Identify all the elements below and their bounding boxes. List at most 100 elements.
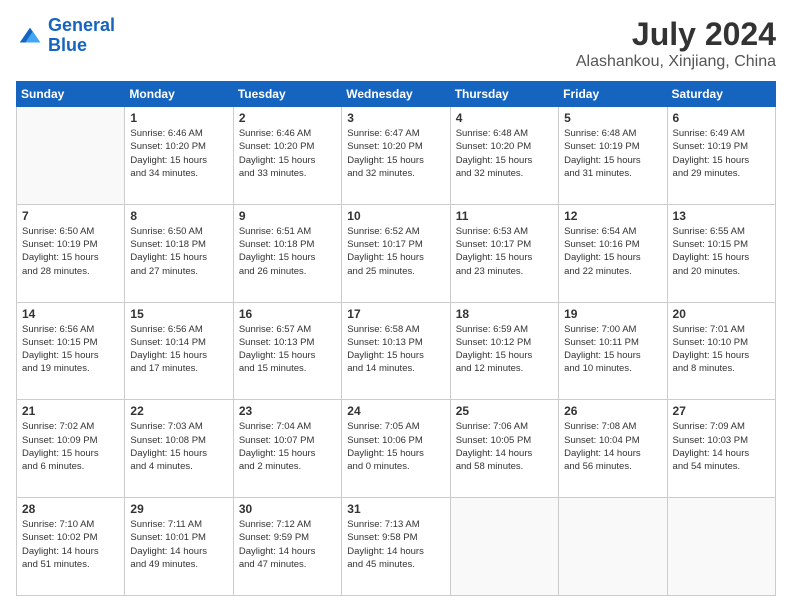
day-number: 31: [347, 502, 444, 516]
calendar-cell: 15Sunrise: 6:56 AMSunset: 10:14 PMDaylig…: [125, 302, 233, 400]
day-number: 20: [673, 307, 770, 321]
day-number: 24: [347, 404, 444, 418]
calendar-cell: 7Sunrise: 6:50 AMSunset: 10:19 PMDayligh…: [17, 204, 125, 302]
day-number: 15: [130, 307, 227, 321]
calendar-cell: 29 Sunrise: 7:11 AMSunset: 10:01 PMDaylig…: [125, 498, 233, 596]
day-number: 13: [673, 209, 770, 223]
calendar-cell: [17, 107, 125, 205]
logo: General Blue: [16, 16, 115, 56]
day-number: 14: [22, 307, 119, 321]
calendar-cell: 5 Sunrise: 6:48 AMSunset: 10:19 PMDayligh…: [559, 107, 667, 205]
logo-line1: General: [48, 15, 115, 35]
day-number: 7: [22, 209, 119, 223]
calendar-week-1: 1 Sunrise: 6:46 AMSunset: 10:20 PMDayligh…: [17, 107, 776, 205]
month-title: July 2024: [576, 16, 776, 53]
day-info: Sunrise: 6:47 AMSunset: 10:20 PMDaylight…: [347, 127, 444, 180]
calendar-cell: [450, 498, 558, 596]
day-number: 9: [239, 209, 336, 223]
day-info: Sunrise: 7:13 AMSunset: 9:58 PMDaylight:…: [347, 518, 444, 571]
day-number: 11: [456, 209, 553, 223]
calendar-header-wednesday: Wednesday: [342, 82, 450, 107]
day-number: 12: [564, 209, 661, 223]
calendar-cell: 24Sunrise: 7:05 AMSunset: 10:06 PMDaylig…: [342, 400, 450, 498]
day-number: 27: [673, 404, 770, 418]
calendar-cell: 11 Sunrise: 6:53 AMSunset: 10:17 PMDaylig…: [450, 204, 558, 302]
calendar-cell: 1 Sunrise: 6:46 AMSunset: 10:20 PMDayligh…: [125, 107, 233, 205]
day-info: Sunrise: 6:58 AMSunset: 10:13 PMDaylight…: [347, 323, 444, 376]
calendar-cell: 14 Sunrise: 6:56 AMSunset: 10:15 PMDaylig…: [17, 302, 125, 400]
day-number: 25: [456, 404, 553, 418]
calendar-cell: 6 Sunrise: 6:49 AMSunset: 10:19 PMDayligh…: [667, 107, 775, 205]
calendar-cell: 31 Sunrise: 7:13 AMSunset: 9:58 PMDayligh…: [342, 498, 450, 596]
day-number: 18: [456, 307, 553, 321]
day-info: Sunrise: 7:11 AMSunset: 10:01 PMDaylight…: [130, 518, 227, 571]
day-number: 6: [673, 111, 770, 125]
day-number: 4: [456, 111, 553, 125]
page: General Blue July 2024 Alashankou, Xinji…: [0, 0, 792, 612]
day-number: 5: [564, 111, 661, 125]
calendar-header-monday: Monday: [125, 82, 233, 107]
day-info: Sunrise: 7:03 AMSunset: 10:08 PMDaylight…: [130, 420, 227, 473]
title-block: July 2024 Alashankou, Xinjiang, China: [576, 16, 776, 71]
day-number: 22: [130, 404, 227, 418]
day-info: Sunrise: 6:51 AMSunset: 10:18 PMDaylight…: [239, 225, 336, 278]
day-info: Sunrise: 7:02 AMSunset: 10:09 PMDaylight…: [22, 420, 119, 473]
calendar-cell: 8 Sunrise: 6:50 AMSunset: 10:18 PMDayligh…: [125, 204, 233, 302]
calendar-cell: 21Sunrise: 7:02 AMSunset: 10:09 PMDaylig…: [17, 400, 125, 498]
calendar-header-row: SundayMondayTuesdayWednesdayThursdayFrid…: [17, 82, 776, 107]
calendar-cell: 18 Sunrise: 6:59 AMSunset: 10:12 PMDaylig…: [450, 302, 558, 400]
day-number: 3: [347, 111, 444, 125]
calendar-cell: 10Sunrise: 6:52 AMSunset: 10:17 PMDaylig…: [342, 204, 450, 302]
calendar-cell: 23Sunrise: 7:04 AMSunset: 10:07 PMDaylig…: [233, 400, 341, 498]
header: General Blue July 2024 Alashankou, Xinji…: [16, 16, 776, 71]
day-info: Sunrise: 6:46 AMSunset: 10:20 PMDaylight…: [130, 127, 227, 180]
calendar-table: SundayMondayTuesdayWednesdayThursdayFrid…: [16, 81, 776, 596]
calendar-cell: 12Sunrise: 6:54 AMSunset: 10:16 PMDaylig…: [559, 204, 667, 302]
calendar-header-thursday: Thursday: [450, 82, 558, 107]
day-number: 8: [130, 209, 227, 223]
calendar-cell: 20 Sunrise: 7:01 AMSunset: 10:10 PMDaylig…: [667, 302, 775, 400]
day-info: Sunrise: 6:48 AMSunset: 10:19 PMDaylight…: [564, 127, 661, 180]
calendar-cell: 4 Sunrise: 6:48 AMSunset: 10:20 PMDayligh…: [450, 107, 558, 205]
calendar-cell: 9 Sunrise: 6:51 AMSunset: 10:18 PMDayligh…: [233, 204, 341, 302]
calendar-cell: 22 Sunrise: 7:03 AMSunset: 10:08 PMDaylig…: [125, 400, 233, 498]
day-info: Sunrise: 7:10 AMSunset: 10:02 PMDaylight…: [22, 518, 119, 571]
day-number: 30: [239, 502, 336, 516]
day-number: 26: [564, 404, 661, 418]
day-info: Sunrise: 6:49 AMSunset: 10:19 PMDaylight…: [673, 127, 770, 180]
day-number: 19: [564, 307, 661, 321]
day-info: Sunrise: 7:00 AMSunset: 10:11 PMDaylight…: [564, 323, 661, 376]
day-info: Sunrise: 6:52 AMSunset: 10:17 PMDaylight…: [347, 225, 444, 278]
day-info: Sunrise: 6:55 AMSunset: 10:15 PMDaylight…: [673, 225, 770, 278]
day-number: 1: [130, 111, 227, 125]
day-info: Sunrise: 6:57 AMSunset: 10:13 PMDaylight…: [239, 323, 336, 376]
calendar-cell: 13 Sunrise: 6:55 AMSunset: 10:15 PMDaylig…: [667, 204, 775, 302]
logo-line2: Blue: [48, 35, 87, 55]
day-info: Sunrise: 6:53 AMSunset: 10:17 PMDaylight…: [456, 225, 553, 278]
calendar-week-3: 14 Sunrise: 6:56 AMSunset: 10:15 PMDaylig…: [17, 302, 776, 400]
calendar-header-friday: Friday: [559, 82, 667, 107]
day-info: Sunrise: 7:12 AMSunset: 9:59 PMDaylight:…: [239, 518, 336, 571]
calendar-header-saturday: Saturday: [667, 82, 775, 107]
day-number: 23: [239, 404, 336, 418]
day-number: 17: [347, 307, 444, 321]
day-info: Sunrise: 7:01 AMSunset: 10:10 PMDaylight…: [673, 323, 770, 376]
calendar-week-2: 7Sunrise: 6:50 AMSunset: 10:19 PMDayligh…: [17, 204, 776, 302]
day-info: Sunrise: 6:59 AMSunset: 10:12 PMDaylight…: [456, 323, 553, 376]
day-info: Sunrise: 6:48 AMSunset: 10:20 PMDaylight…: [456, 127, 553, 180]
day-info: Sunrise: 7:06 AMSunset: 10:05 PMDaylight…: [456, 420, 553, 473]
day-info: Sunrise: 6:46 AMSunset: 10:20 PMDaylight…: [239, 127, 336, 180]
day-info: Sunrise: 6:56 AMSunset: 10:15 PMDaylight…: [22, 323, 119, 376]
day-number: 29: [130, 502, 227, 516]
calendar-cell: 19 Sunrise: 7:00 AMSunset: 10:11 PMDaylig…: [559, 302, 667, 400]
day-number: 2: [239, 111, 336, 125]
calendar-cell: 27Sunrise: 7:09 AMSunset: 10:03 PMDaylig…: [667, 400, 775, 498]
calendar-cell: [559, 498, 667, 596]
location-title: Alashankou, Xinjiang, China: [576, 53, 776, 71]
calendar-cell: 25 Sunrise: 7:06 AMSunset: 10:05 PMDaylig…: [450, 400, 558, 498]
calendar-header-tuesday: Tuesday: [233, 82, 341, 107]
day-info: Sunrise: 7:08 AMSunset: 10:04 PMDaylight…: [564, 420, 661, 473]
calendar-week-5: 28 Sunrise: 7:10 AMSunset: 10:02 PMDaylig…: [17, 498, 776, 596]
day-number: 28: [22, 502, 119, 516]
day-info: Sunrise: 6:50 AMSunset: 10:18 PMDaylight…: [130, 225, 227, 278]
